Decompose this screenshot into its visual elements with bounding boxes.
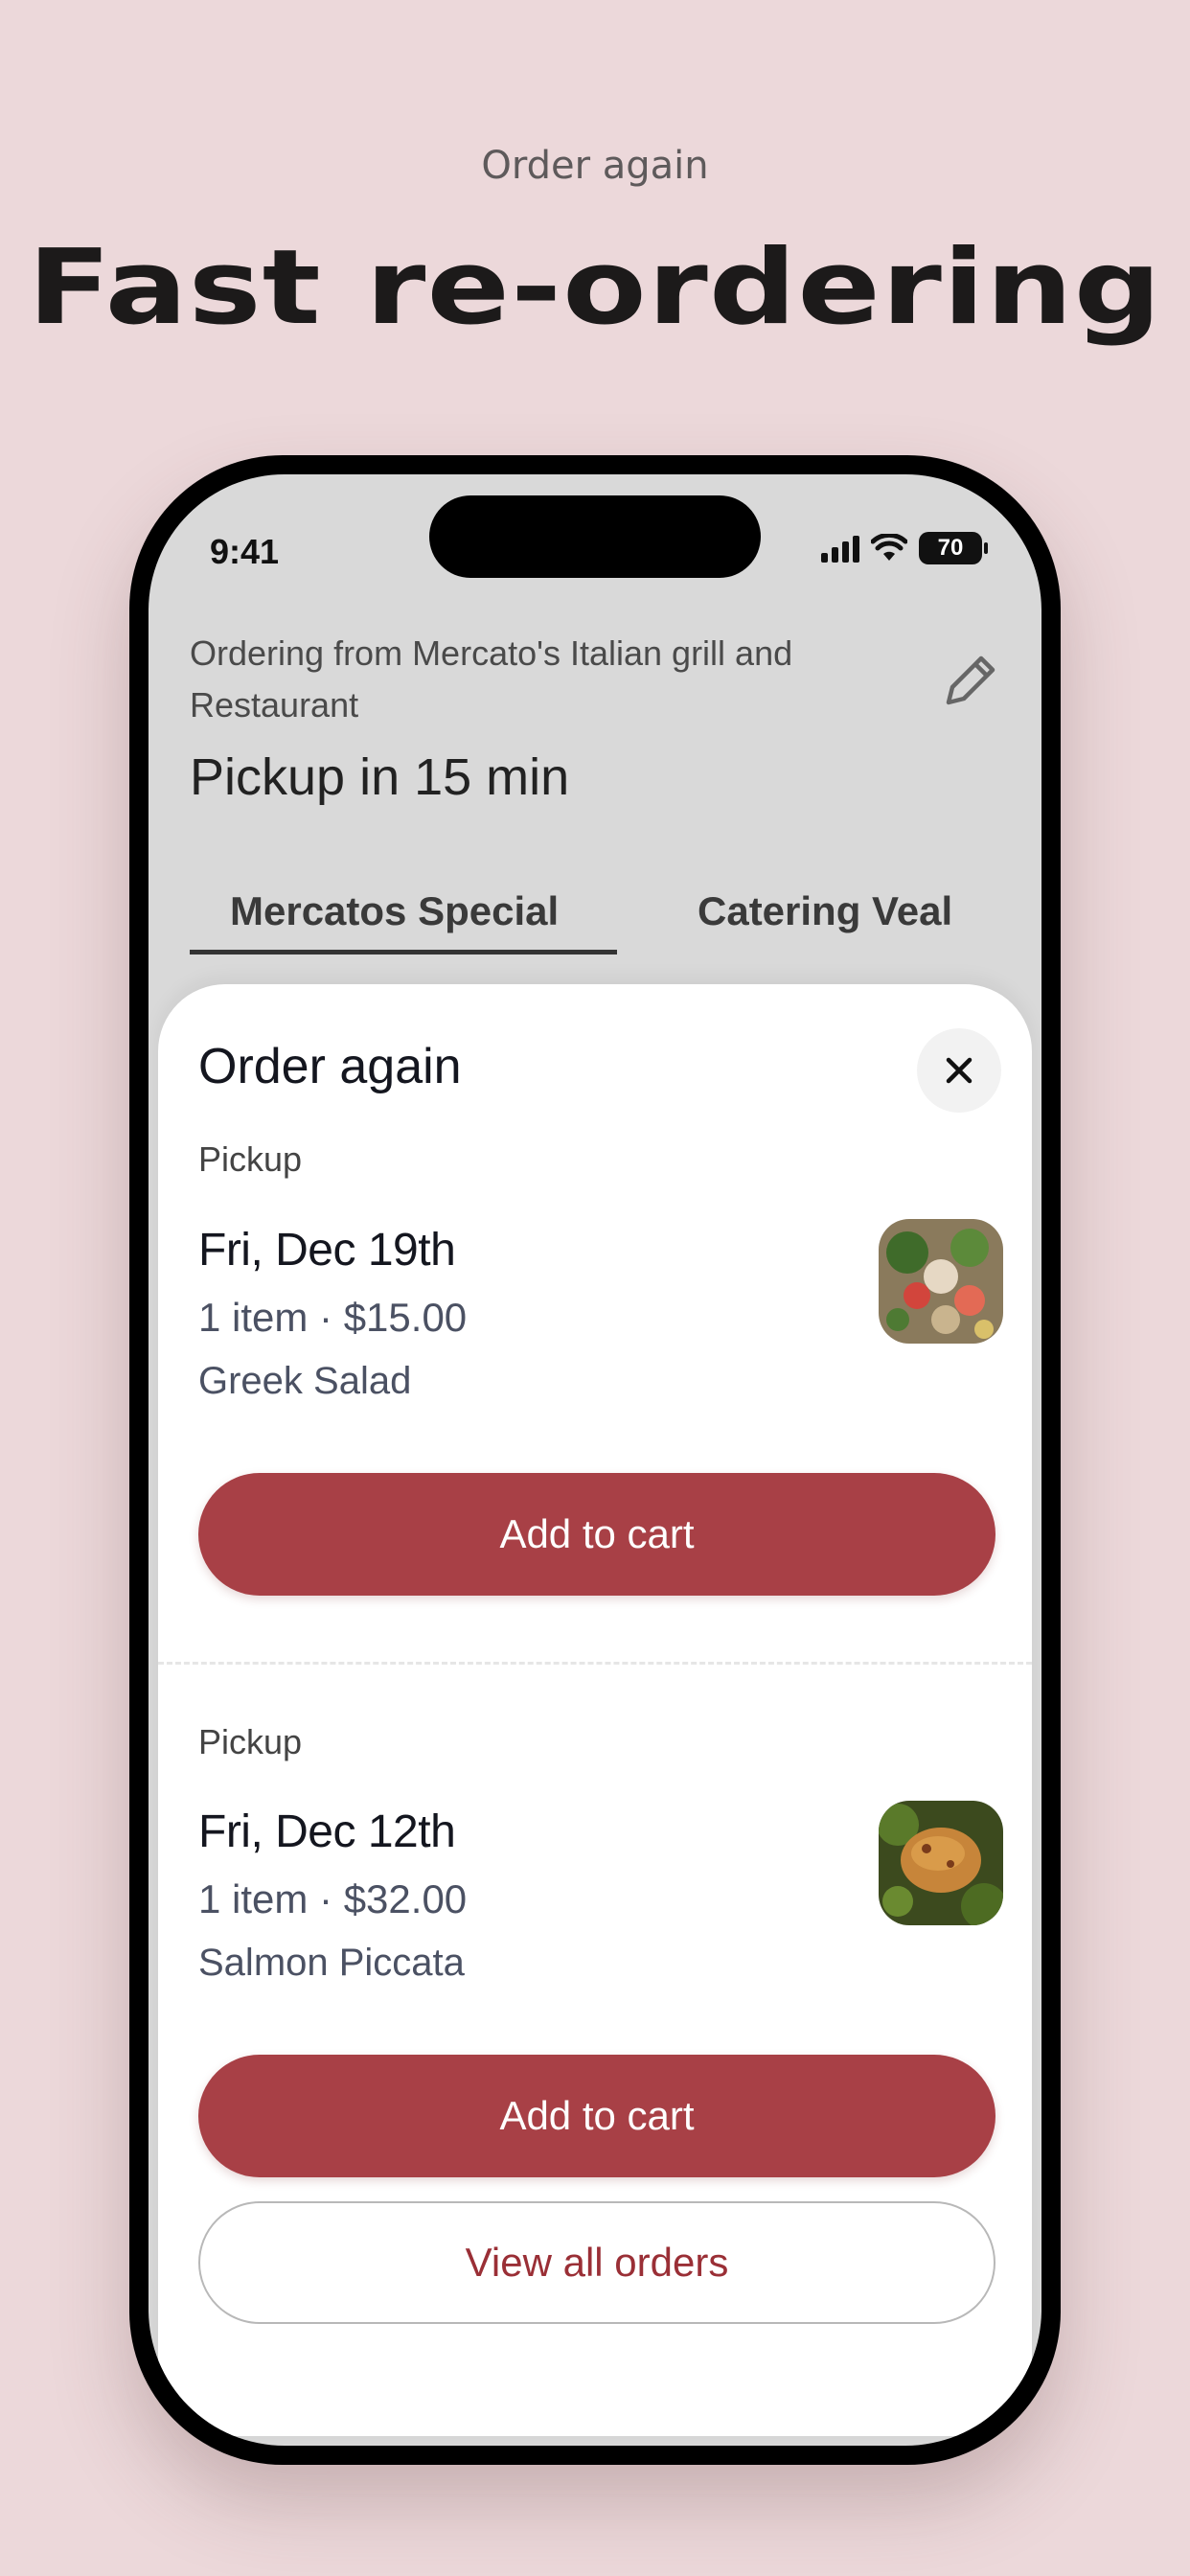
order-item-name: Salmon Piccata xyxy=(198,1942,465,1984)
tab-catering-veal[interactable]: Catering Veal xyxy=(698,888,952,934)
order-thumbnail xyxy=(879,1801,1003,1925)
order-summary: 1 item · $15.00 xyxy=(198,1295,468,1340)
add-to-cart-button[interactable]: Add to cart xyxy=(198,1473,995,1596)
close-icon xyxy=(946,1057,973,1084)
order-date: Fri, Dec 12th xyxy=(198,1806,456,1857)
close-button[interactable] xyxy=(917,1028,1001,1113)
order-type-label: Pickup xyxy=(198,1139,303,1179)
order-type-label: Pickup xyxy=(198,1722,303,1761)
promo-headline: Fast re-ordering xyxy=(27,228,1163,348)
order-date: Fri, Dec 19th xyxy=(198,1225,456,1276)
dynamic-island xyxy=(429,495,761,578)
order-item-name: Greek Salad xyxy=(198,1360,412,1402)
status-icons: 70 xyxy=(821,532,988,564)
wifi-icon xyxy=(871,534,907,561)
promo-eyebrow: Order again xyxy=(481,144,709,188)
battery-icon: 70 xyxy=(919,532,988,564)
order-divider xyxy=(158,1662,1032,1665)
phone-screen: 9:41 70 Ordering from Mercato's Italian … xyxy=(149,474,1041,2446)
ordering-from-text: Ordering from Mercato's Italian grill an… xyxy=(190,633,793,724)
order-again-sheet: Order again Pickup Fri, Dec 19th 1 item … xyxy=(158,984,1032,2436)
tab-mercatos-special[interactable]: Mercatos Special xyxy=(230,888,559,934)
phone-frame: 9:41 70 Ordering from Mercato's Italian … xyxy=(129,455,1061,2465)
status-time: 9:41 xyxy=(210,532,280,571)
category-tabs: Mercatos Special Catering Veal Ca xyxy=(190,858,1041,954)
pencil-icon[interactable] xyxy=(939,649,1002,712)
order-summary: 1 item · $32.00 xyxy=(198,1876,468,1921)
sheet-title: Order again xyxy=(198,1039,462,1094)
add-to-cart-button[interactable]: Add to cart xyxy=(198,2055,995,2177)
active-tab-indicator xyxy=(190,950,617,954)
view-all-orders-button[interactable]: View all orders xyxy=(198,2201,995,2324)
pickup-time: Pickup in 15 min xyxy=(190,748,570,806)
order-thumbnail xyxy=(879,1219,1003,1344)
signal-icon xyxy=(821,534,859,563)
